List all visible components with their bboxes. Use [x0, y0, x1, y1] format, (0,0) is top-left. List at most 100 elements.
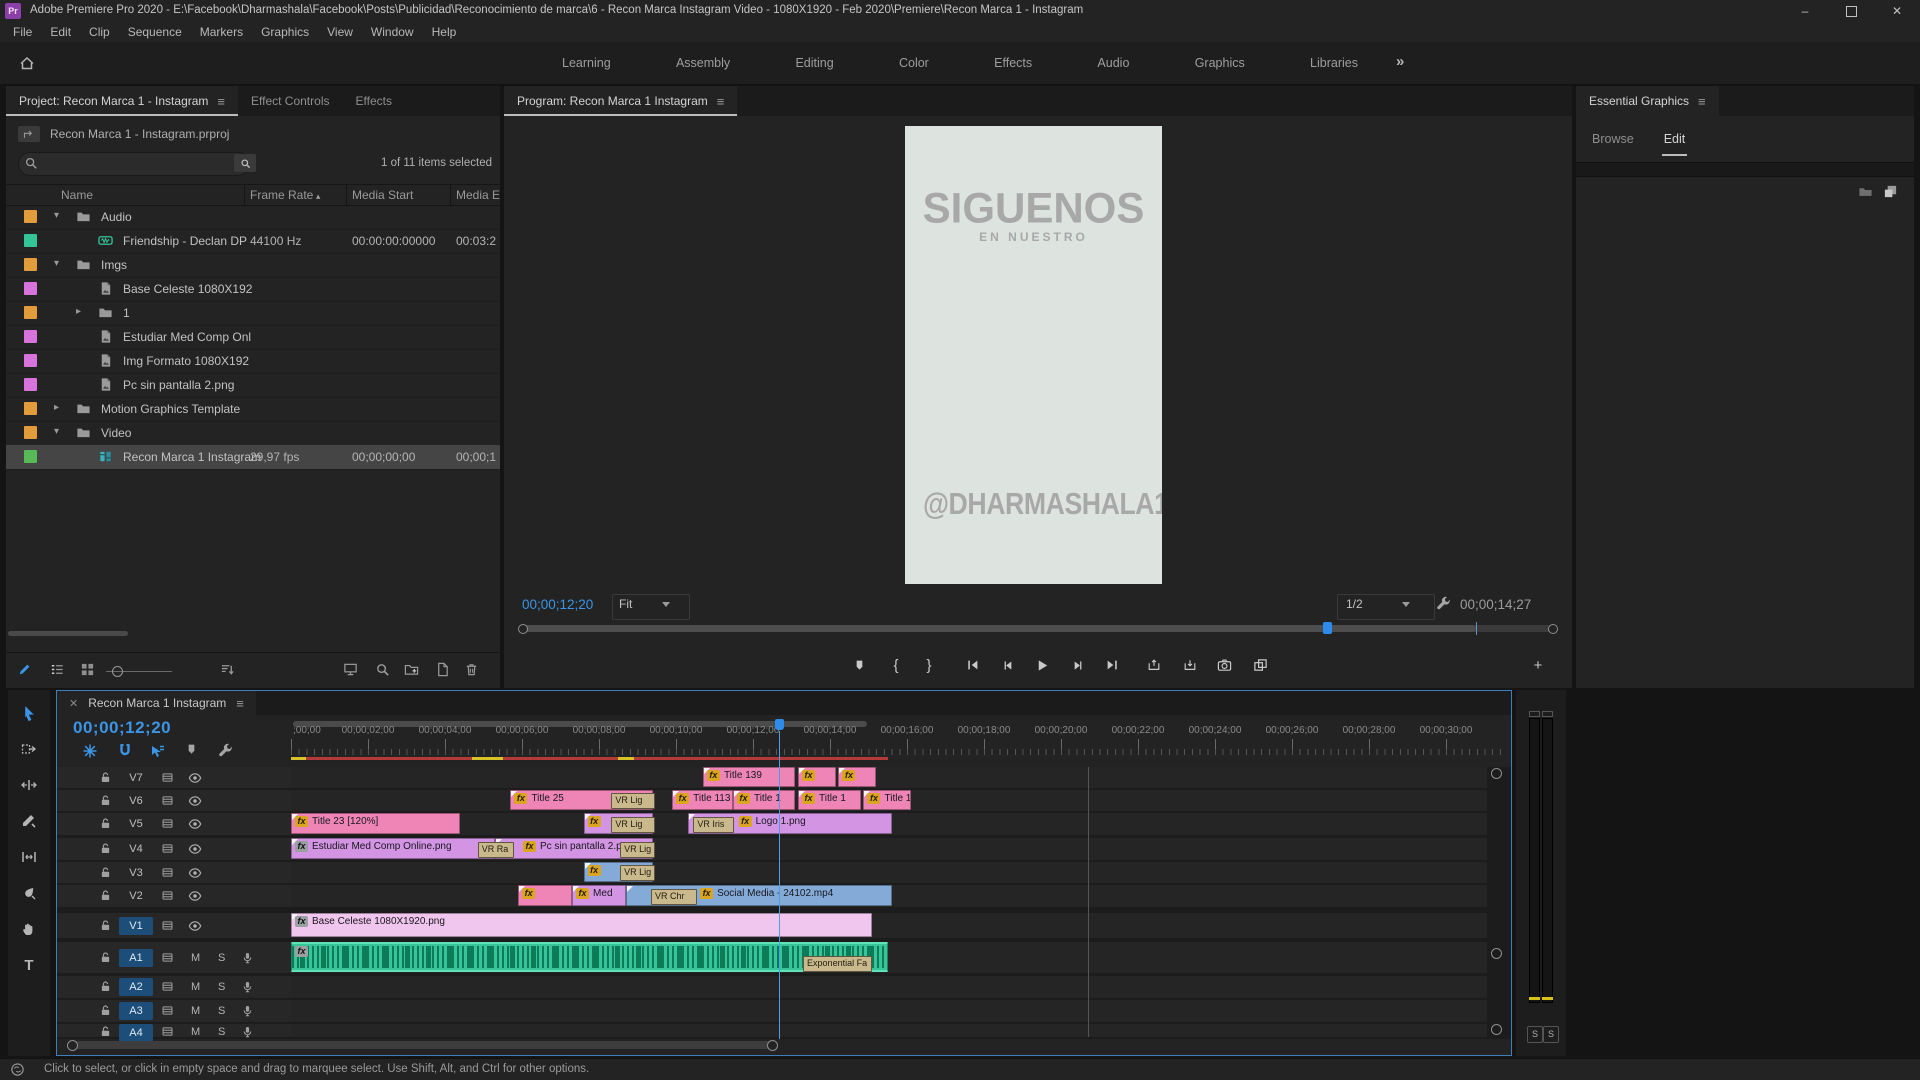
track-label-v1[interactable]: V1	[119, 917, 153, 935]
track-label-a2[interactable]: A2	[119, 978, 153, 996]
track-lock-button[interactable]	[99, 866, 112, 882]
track-lock-button[interactable]	[99, 794, 112, 810]
workspace-tab-audio[interactable]: Audio	[1095, 52, 1131, 74]
transition-badge[interactable]: VR Lig	[611, 817, 655, 833]
track-lane-a4[interactable]	[291, 1024, 1487, 1037]
column-header-name[interactable]: Name	[61, 188, 93, 202]
clip-title-1[interactable]: fxTitle 1	[798, 790, 861, 810]
clip-title-1[interactable]: fxTitle 1	[733, 790, 795, 810]
media-row-bin[interactable]: ▾Audio	[6, 205, 500, 230]
timeline-timecode[interactable]: 00;00;12;20	[73, 718, 171, 738]
track-lane-v3[interactable]: fxVR Lig	[291, 862, 1487, 883]
project-panel-tab-0[interactable]: Project: Recon Marca 1 - Instagram≡	[6, 86, 238, 116]
clip-title-139[interactable]: fxTitle 139	[703, 767, 795, 787]
transition-badge[interactable]: VR Iris	[693, 817, 734, 833]
menu-item-graphics[interactable]: Graphics	[252, 25, 318, 39]
track-visibility-button[interactable]	[188, 919, 202, 936]
track-header-v5[interactable]: V5	[57, 813, 291, 835]
zoom-level-select[interactable]: Fit	[612, 594, 690, 620]
column-header-frame-rate[interactable]: Frame Rate ▴	[250, 188, 320, 202]
playhead-handle[interactable]	[775, 719, 784, 730]
track-lane-a3[interactable]	[291, 1000, 1487, 1022]
label-color-swatch[interactable]	[24, 258, 37, 271]
menu-item-clip[interactable]: Clip	[80, 25, 119, 39]
essential-graphics-tab[interactable]: Essential Graphics ≡	[1576, 86, 1719, 116]
track-lock-button[interactable]	[99, 817, 112, 833]
selection-tool[interactable]	[16, 700, 42, 726]
track-sync-button[interactable]	[161, 980, 174, 996]
track-lane-a2[interactable]	[291, 976, 1487, 998]
track-select-forward-tool[interactable]	[16, 736, 42, 762]
track-visibility-button[interactable]	[188, 842, 202, 859]
solo-button[interactable]: S	[218, 1026, 225, 1038]
automate-to-sequence-button[interactable]	[343, 662, 358, 680]
workspace-tab-graphics[interactable]: Graphics	[1193, 52, 1247, 74]
twirl-open-icon[interactable]: ▾	[54, 258, 59, 269]
clip-v7[interactable]: fx	[838, 767, 876, 787]
navigate-up-button[interactable]	[18, 126, 40, 142]
scrub-left-anchor[interactable]	[518, 624, 528, 634]
workspace-tab-libraries[interactable]: Libraries	[1308, 52, 1360, 74]
ripple-edit-tool[interactable]	[16, 772, 42, 798]
track-header-v1[interactable]: V1	[57, 913, 291, 938]
track-lock-button[interactable]	[99, 771, 112, 787]
track-lane-v6[interactable]: fxTitle 25fxTitle 113 [fxTitle 1fxTitle …	[291, 790, 1487, 811]
search-input[interactable]	[18, 152, 250, 176]
panel-menu-icon[interactable]: ≡	[1698, 94, 1706, 109]
menu-item-markers[interactable]: Markers	[191, 25, 252, 39]
twirl-closed-icon[interactable]: ▸	[54, 402, 59, 413]
razor-tool[interactable]	[16, 808, 42, 834]
label-color-swatch[interactable]	[24, 402, 37, 415]
label-color-swatch[interactable]	[24, 354, 37, 367]
mark-out-button[interactable]: }	[918, 654, 940, 676]
track-lane-v4[interactable]: fxEstudiar Med Comp Online.pngfxPc sin p…	[291, 838, 1487, 860]
timeline-horizontal-scrollbar[interactable]	[65, 1040, 1485, 1050]
voiceover-record-button[interactable]	[241, 980, 254, 996]
clip-v7[interactable]: fx	[798, 767, 836, 787]
track-lane-v2[interactable]: fxfxMedfxSocial Media - 24102.mp4VR Chr	[291, 885, 1487, 907]
playhead-line[interactable]	[779, 731, 781, 1039]
twirl-open-icon[interactable]: ▾	[54, 210, 59, 221]
program-scrubber[interactable]	[504, 620, 1572, 636]
home-button[interactable]	[14, 51, 40, 75]
mute-button[interactable]: M	[191, 1005, 200, 1017]
clip-estudiar-med-comp-online-png[interactable]: fxEstudiar Med Comp Online.png	[291, 838, 495, 859]
solo-right-button[interactable]: S	[1543, 1026, 1559, 1043]
timeline-settings-button[interactable]	[218, 743, 234, 762]
label-color-swatch[interactable]	[24, 234, 37, 247]
track-sync-button[interactable]	[161, 1004, 174, 1020]
workspace-overflow-chevron[interactable]: »	[1396, 53, 1404, 70]
panel-menu-icon[interactable]: ≡	[236, 696, 244, 711]
track-sync-button[interactable]	[161, 866, 174, 882]
workspace-tab-editing[interactable]: Editing	[793, 52, 835, 74]
clip-title-1[interactable]: fxTitle 1	[863, 790, 910, 810]
media-row-item[interactable]: Friendship - Declan DP44100 Hz00:00:00:0…	[6, 229, 500, 254]
mark-in-button[interactable]: {	[885, 654, 907, 676]
label-color-swatch[interactable]	[24, 282, 37, 295]
media-row-bin[interactable]: ▾Video	[6, 421, 500, 446]
slip-tool[interactable]	[16, 844, 42, 870]
pen-tool[interactable]	[16, 880, 42, 906]
solo-button[interactable]: S	[218, 981, 225, 993]
transition-badge[interactable]: VR Lig	[620, 842, 655, 858]
track-label-v6[interactable]: V6	[119, 792, 153, 810]
program-timecode[interactable]: 00;00;12;20	[522, 597, 593, 612]
menu-item-help[interactable]: Help	[423, 25, 466, 39]
label-color-swatch[interactable]	[24, 450, 37, 463]
menu-item-sequence[interactable]: Sequence	[119, 25, 191, 39]
minimize-button[interactable]: –	[1782, 0, 1828, 22]
track-visibility-button[interactable]	[188, 866, 202, 883]
icon-view-button[interactable]	[80, 662, 95, 680]
track-label-v2[interactable]: V2	[119, 887, 153, 905]
new-bin-button[interactable]	[404, 662, 419, 680]
twirl-closed-icon[interactable]: ▸	[76, 306, 81, 317]
track-lock-button[interactable]	[99, 980, 112, 996]
label-color-swatch[interactable]	[24, 426, 37, 439]
program-tab[interactable]: Program: Recon Marca 1 Instagram ≡	[504, 86, 737, 116]
column-header-media-start[interactable]: Media Start	[352, 188, 413, 202]
track-header-a2[interactable]: A2MS	[57, 976, 291, 998]
media-row-bin[interactable]: ▸1	[6, 301, 500, 326]
close-button[interactable]: ✕	[1874, 0, 1920, 22]
project-writable-button[interactable]	[17, 662, 32, 680]
track-label-v7[interactable]: V7	[119, 769, 153, 787]
